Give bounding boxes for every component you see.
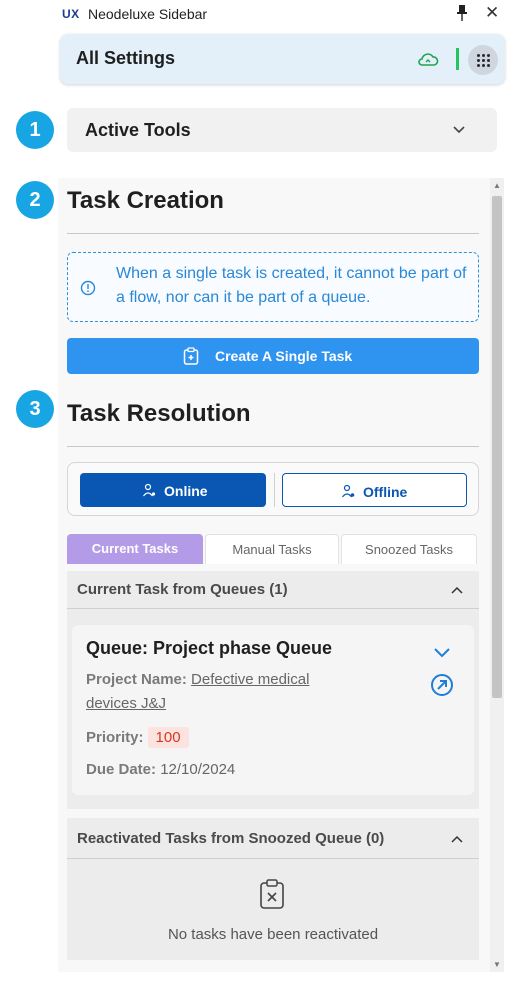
due-date-row: Due Date: 12/10/2024 (86, 761, 235, 778)
create-single-task-button[interactable]: Create A Single Task (67, 338, 479, 374)
reactivated-accordion[interactable]: Reactivated Tasks from Snoozed Queue (0) (67, 818, 479, 859)
scrollbar[interactable]: ▲ ▼ (490, 178, 504, 972)
active-tools-label: Active Tools (85, 120, 191, 140)
toggle-divider (274, 473, 275, 507)
tab-snoozed-tasks[interactable]: Snoozed Tasks (341, 534, 477, 564)
active-tools-dropdown[interactable]: Active Tools (67, 108, 497, 152)
info-icon (80, 280, 96, 296)
project-name-link[interactable]: Defective medical (191, 671, 309, 688)
pin-icon[interactable] (455, 4, 469, 22)
queue-card: Queue: Project phase Queue Project Name:… (72, 625, 474, 795)
task-resolution-title: Task Resolution (67, 400, 251, 427)
scroll-up-icon[interactable]: ▲ (493, 181, 501, 190)
priority-badge: 100 (147, 727, 189, 748)
open-task-icon[interactable] (430, 673, 454, 697)
window-title: Neodeluxe Sidebar (88, 6, 208, 22)
due-date-label: Due Date: (86, 761, 157, 778)
info-text: When a single task is created, it cannot… (116, 265, 467, 306)
settings-header: All Settings (60, 34, 505, 84)
close-icon[interactable]: ✕ (485, 3, 499, 23)
chevron-up-icon[interactable] (450, 833, 464, 845)
online-button[interactable]: Online (80, 473, 266, 507)
tab-manual-tasks[interactable]: Manual Tasks (205, 534, 339, 564)
header-divider (456, 48, 459, 70)
project-name-row: Project Name: Defective medical (86, 671, 309, 688)
scrollbar-thumb[interactable] (492, 196, 502, 698)
tab-current-tasks[interactable]: Current Tasks (67, 534, 203, 564)
project-name-row-2: devices J&J (86, 695, 166, 712)
offline-button[interactable]: Offline (282, 473, 467, 507)
clipboard-add-icon (183, 347, 199, 365)
user-icon (143, 483, 156, 497)
offline-label: Offline (363, 484, 408, 500)
step-badge-2: 2 (16, 181, 54, 219)
title-bar: UX Neodeluxe Sidebar ✕ (0, 0, 515, 32)
current-queue-accordion[interactable]: Current Task from Queues (1) (67, 571, 479, 609)
online-label: Online (164, 483, 208, 499)
priority-row: Priority: 100 (86, 727, 189, 748)
due-date-value: 12/10/2024 (160, 761, 236, 778)
availability-toggle: Online Offline (67, 462, 479, 516)
clipboard-x-icon (260, 879, 284, 909)
scroll-down-icon[interactable]: ▼ (493, 960, 501, 969)
task-creation-title: Task Creation (67, 187, 224, 214)
divider (67, 446, 479, 447)
step-badge-3: 3 (16, 390, 54, 428)
chevron-up-icon[interactable] (450, 584, 464, 596)
cloud-sync-icon[interactable] (417, 51, 439, 69)
divider (67, 233, 479, 234)
page-title: All Settings (76, 48, 176, 68)
chevron-down-icon[interactable] (433, 647, 451, 659)
apps-grid-icon[interactable] (468, 45, 498, 75)
reactivated-title: Reactivated Tasks from Snoozed Queue (0) (77, 830, 385, 847)
project-name-label: Project Name: (86, 671, 192, 688)
create-single-task-label: Create A Single Task (215, 348, 353, 364)
current-queue-title: Current Task from Queues (1) (77, 581, 288, 598)
queue-title: Queue: Project phase Queue (86, 638, 333, 658)
chevron-down-icon[interactable] (451, 122, 467, 138)
info-notice: When a single task is created, it cannot… (67, 252, 479, 322)
user-offline-icon (342, 484, 355, 498)
empty-state-text: No tasks have been reactivated (167, 926, 379, 943)
app-logo: UX (62, 7, 80, 21)
step-badge-1: 1 (16, 111, 54, 149)
sidebar-window: UX Neodeluxe Sidebar ✕ All Settings 1 2 … (0, 0, 515, 982)
priority-label: Priority: (86, 729, 144, 746)
project-name-link[interactable]: devices J&J (86, 695, 166, 712)
